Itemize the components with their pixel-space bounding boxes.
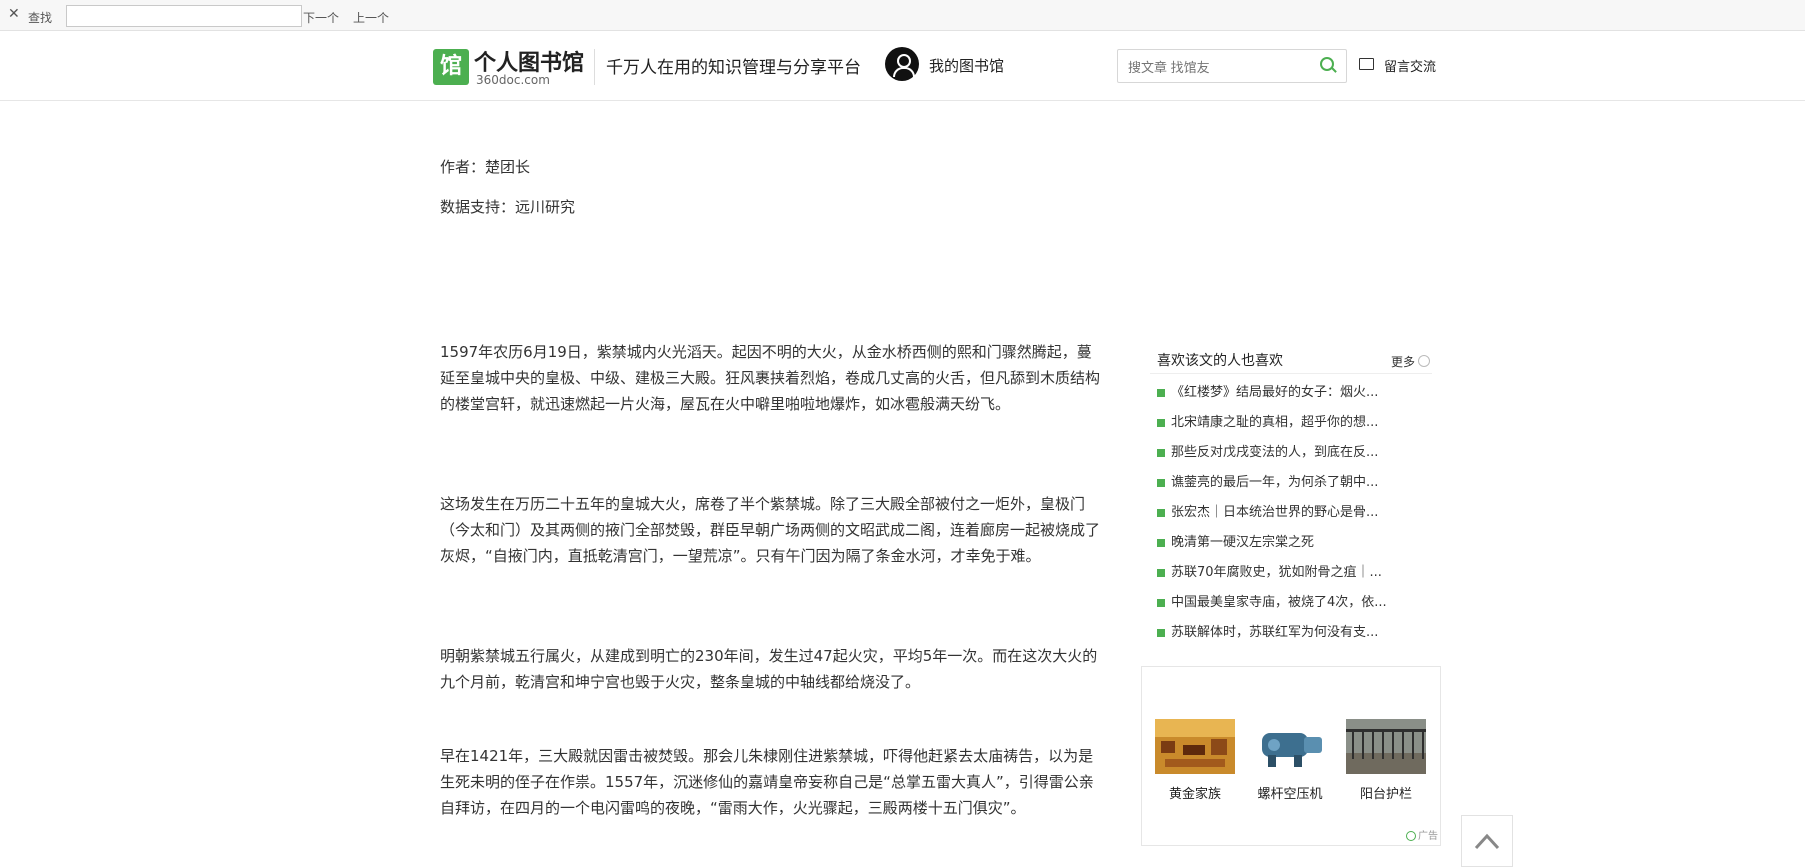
logo-icon[interactable]: 馆 (433, 49, 469, 85)
find-next-button[interactable]: 下一个 (303, 9, 339, 26)
ad-tag[interactable]: 广告 (1406, 827, 1438, 842)
related-item-title[interactable]: 苏联70年腐败史，犹如附骨之疽｜... (1171, 565, 1382, 580)
bullet-icon (1157, 539, 1165, 547)
related-item[interactable]: 北宋靖康之耻的真相，超乎你的想... (1157, 408, 1437, 438)
related-item-title[interactable]: 《红楼梦》结局最好的女子：烟火... (1171, 385, 1378, 400)
my-library-link[interactable]: 我的图书馆 (929, 55, 1004, 76)
find-bar: ✕ 查找 下一个 上一个 (0, 0, 1805, 31)
article-author: 作者：楚团长 (440, 158, 531, 176)
article-paragraph: 早在1421年，三大殿就因雷击被焚毁。那会儿朱棣刚住进紫禁城，吓得他赶紧去太庙祷… (440, 747, 1094, 817)
related-item-title[interactable]: 北宋靖康之耻的真相，超乎你的想... (1171, 415, 1378, 430)
ad-box: 黄金家族 螺杆空压机 阳台护栏 广告 (1141, 666, 1441, 846)
bullet-icon (1157, 629, 1165, 637)
search-box (1117, 49, 1347, 83)
find-label: 查找 (28, 11, 53, 25)
golden-family-image[interactable] (1155, 719, 1235, 774)
bullet-icon (1157, 569, 1165, 577)
screw-compressor-image[interactable] (1250, 719, 1330, 774)
related-item[interactable]: 《红楼梦》结局最好的女子：烟火... (1157, 378, 1437, 408)
site-slogan: 千万人在用的知识管理与分享平台 (606, 58, 861, 78)
user-avatar-icon[interactable] (885, 47, 919, 81)
bullet-icon (1157, 599, 1165, 607)
bullet-icon (1157, 449, 1165, 457)
bullet-icon (1157, 389, 1165, 397)
related-item-title[interactable]: 苏联解体时，苏联红军为何没有支... (1171, 625, 1378, 640)
bullet-icon (1157, 479, 1165, 487)
more-arrow-icon[interactable] (1418, 355, 1430, 367)
ad-item[interactable]: 阳台护栏 (1345, 719, 1427, 802)
related-item-title[interactable]: 那些反对戊戌变法的人，到底在反... (1171, 445, 1378, 460)
related-item-title[interactable]: 晚清第一硬汉左宗棠之死 (1171, 535, 1314, 550)
find-prev-button[interactable]: 上一个 (353, 9, 389, 26)
related-list: 《红楼梦》结局最好的女子：烟火... 北宋靖康之耻的真相，超乎你的想... 那些… (1157, 378, 1437, 648)
close-find-icon[interactable]: ✕ (8, 6, 20, 22)
back-to-top-button[interactable] (1461, 815, 1513, 867)
logo-subtitle: 360doc.com (476, 73, 550, 87)
find-input[interactable] (66, 5, 302, 27)
logo-divider (594, 49, 595, 85)
chevron-up-icon (1474, 833, 1500, 850)
ad-item-label[interactable]: 黄金家族 (1154, 783, 1236, 802)
related-title: 喜欢该文的人也喜欢 (1157, 353, 1283, 369)
article-paragraph: 这场发生在万历二十五年的皇城大火，席卷了半个紫禁城。除了三大殿全部被付之一炬外，… (440, 495, 1101, 565)
ad-item[interactable]: 黄金家族 (1154, 719, 1236, 802)
search-input[interactable] (1126, 56, 1310, 78)
bullet-icon (1157, 509, 1165, 517)
related-item-title[interactable]: 中国最美皇家寺庙，被烧了4次，依... (1171, 595, 1387, 610)
related-item[interactable]: 苏联解体时，苏联红军为何没有支... (1157, 618, 1437, 648)
ad-item-label[interactable]: 阳台护栏 (1345, 783, 1427, 802)
article-paragraph: 1597年农历6月19日，紫禁城内火光滔天。起因不明的大火，从金水桥西侧的熙和门… (440, 343, 1101, 413)
site-header: 馆 个人图书馆 360doc.com 千万人在用的知识管理与分享平台 我的图书馆… (0, 31, 1805, 101)
related-more-link[interactable]: 更多 (1391, 353, 1415, 370)
related-item[interactable]: 苏联70年腐败史，犹如附骨之疽｜... (1157, 558, 1437, 588)
message-icon[interactable] (1359, 58, 1374, 70)
balcony-railing-image[interactable] (1346, 719, 1426, 774)
related-item[interactable]: 张宏杰｜日本统治世界的野心是骨... (1157, 498, 1437, 528)
related-item[interactable]: 那些反对戊戌变法的人，到底在反... (1157, 438, 1437, 468)
related-item-title[interactable]: 张宏杰｜日本统治世界的野心是骨... (1171, 505, 1378, 520)
related-divider (1150, 373, 1432, 374)
search-icon[interactable] (1320, 57, 1334, 71)
message-link[interactable]: 留言交流 (1384, 56, 1436, 75)
article-paragraph: 明朝紫禁城五行属火，从建成到明亡的230年间，发生过47起火灾，平均5年一次。而… (440, 647, 1098, 691)
related-item[interactable]: 晚清第一硬汉左宗棠之死 (1157, 528, 1437, 558)
ad-tag-label: 广告 (1418, 831, 1438, 842)
related-item-title[interactable]: 谯蓥亮的最后一年，为何杀了朝中... (1171, 475, 1378, 490)
bullet-icon (1157, 419, 1165, 427)
related-item[interactable]: 中国最美皇家寺庙，被烧了4次，依... (1157, 588, 1437, 618)
related-item[interactable]: 谯蓥亮的最后一年，为何杀了朝中... (1157, 468, 1437, 498)
article-data-source: 数据支持：远川研究 (440, 198, 576, 216)
ad-item-label[interactable]: 螺杆空压机 (1249, 783, 1331, 802)
ad-tag-icon (1406, 831, 1416, 841)
ad-item[interactable]: 螺杆空压机 (1249, 719, 1331, 802)
